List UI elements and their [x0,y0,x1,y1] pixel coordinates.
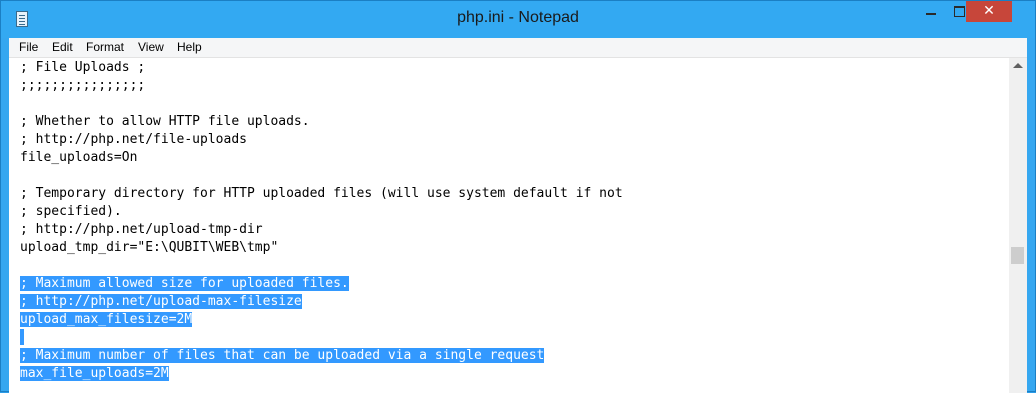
text-editor[interactable]: ; File Uploads ; ;;;;;;;;;;;;;;;; ; Whet… [9,58,1009,393]
empty-line-selection [20,329,24,345]
menu-help[interactable]: Help [177,40,202,55]
close-button[interactable]: ✕ [966,1,1012,22]
editor-line-selected: ; http://php.net/upload-max-filesize [20,294,302,309]
menu-edit[interactable]: Edit [52,40,73,55]
title-bar[interactable]: php.ini - Notepad ✕ [1,1,1035,38]
editor-line: ; Whether to allow HTTP file uploads. [20,114,310,129]
menu-file[interactable]: File [19,40,38,55]
scrollbar-thumb[interactable] [1011,247,1024,264]
menu-bar: File Edit Format View Help [9,38,1027,58]
minimize-icon [926,13,936,15]
minimize-button[interactable] [918,1,944,22]
editor-line-selected: ; Maximum number of files that can be up… [20,348,545,363]
editor-line: upload_tmp_dir="E:\QUBIT\WEB\tmp" [20,240,279,255]
window-title: php.ini - Notepad [457,9,579,26]
menu-format[interactable]: Format [86,40,124,55]
editor-line: file_uploads=On [20,150,138,165]
vertical-scrollbar[interactable] [1009,58,1027,393]
editor-line: ; http://php.net/file-uploads [20,132,247,147]
editor-line-selected: max_file_uploads=2M [20,366,169,381]
editor-line: ; Temporary directory for HTTP uploaded … [20,186,623,201]
editor-line: ; http://php.net/upload-tmp-dir [20,222,263,237]
editor-line: ; File Uploads ; [20,60,146,75]
editor-line: ;;;;;;;;;;;;;;;; [20,78,146,93]
editor-line-selected [20,329,24,347]
maximize-icon [954,6,965,17]
menu-view[interactable]: View [138,40,164,55]
client-area: File Edit Format View Help ; File Upload… [9,38,1027,393]
editor-line: ; specified). [20,204,122,219]
close-icon: ✕ [983,3,995,19]
scroll-up-arrow-icon[interactable] [1013,63,1023,68]
editor-line-selected: ; Maximum allowed size for uploaded file… [20,276,349,291]
notepad-window: php.ini - Notepad ✕ File Edit Format Vie… [0,0,1036,393]
editor-line-selected: upload_max_filesize=2M [20,312,193,327]
